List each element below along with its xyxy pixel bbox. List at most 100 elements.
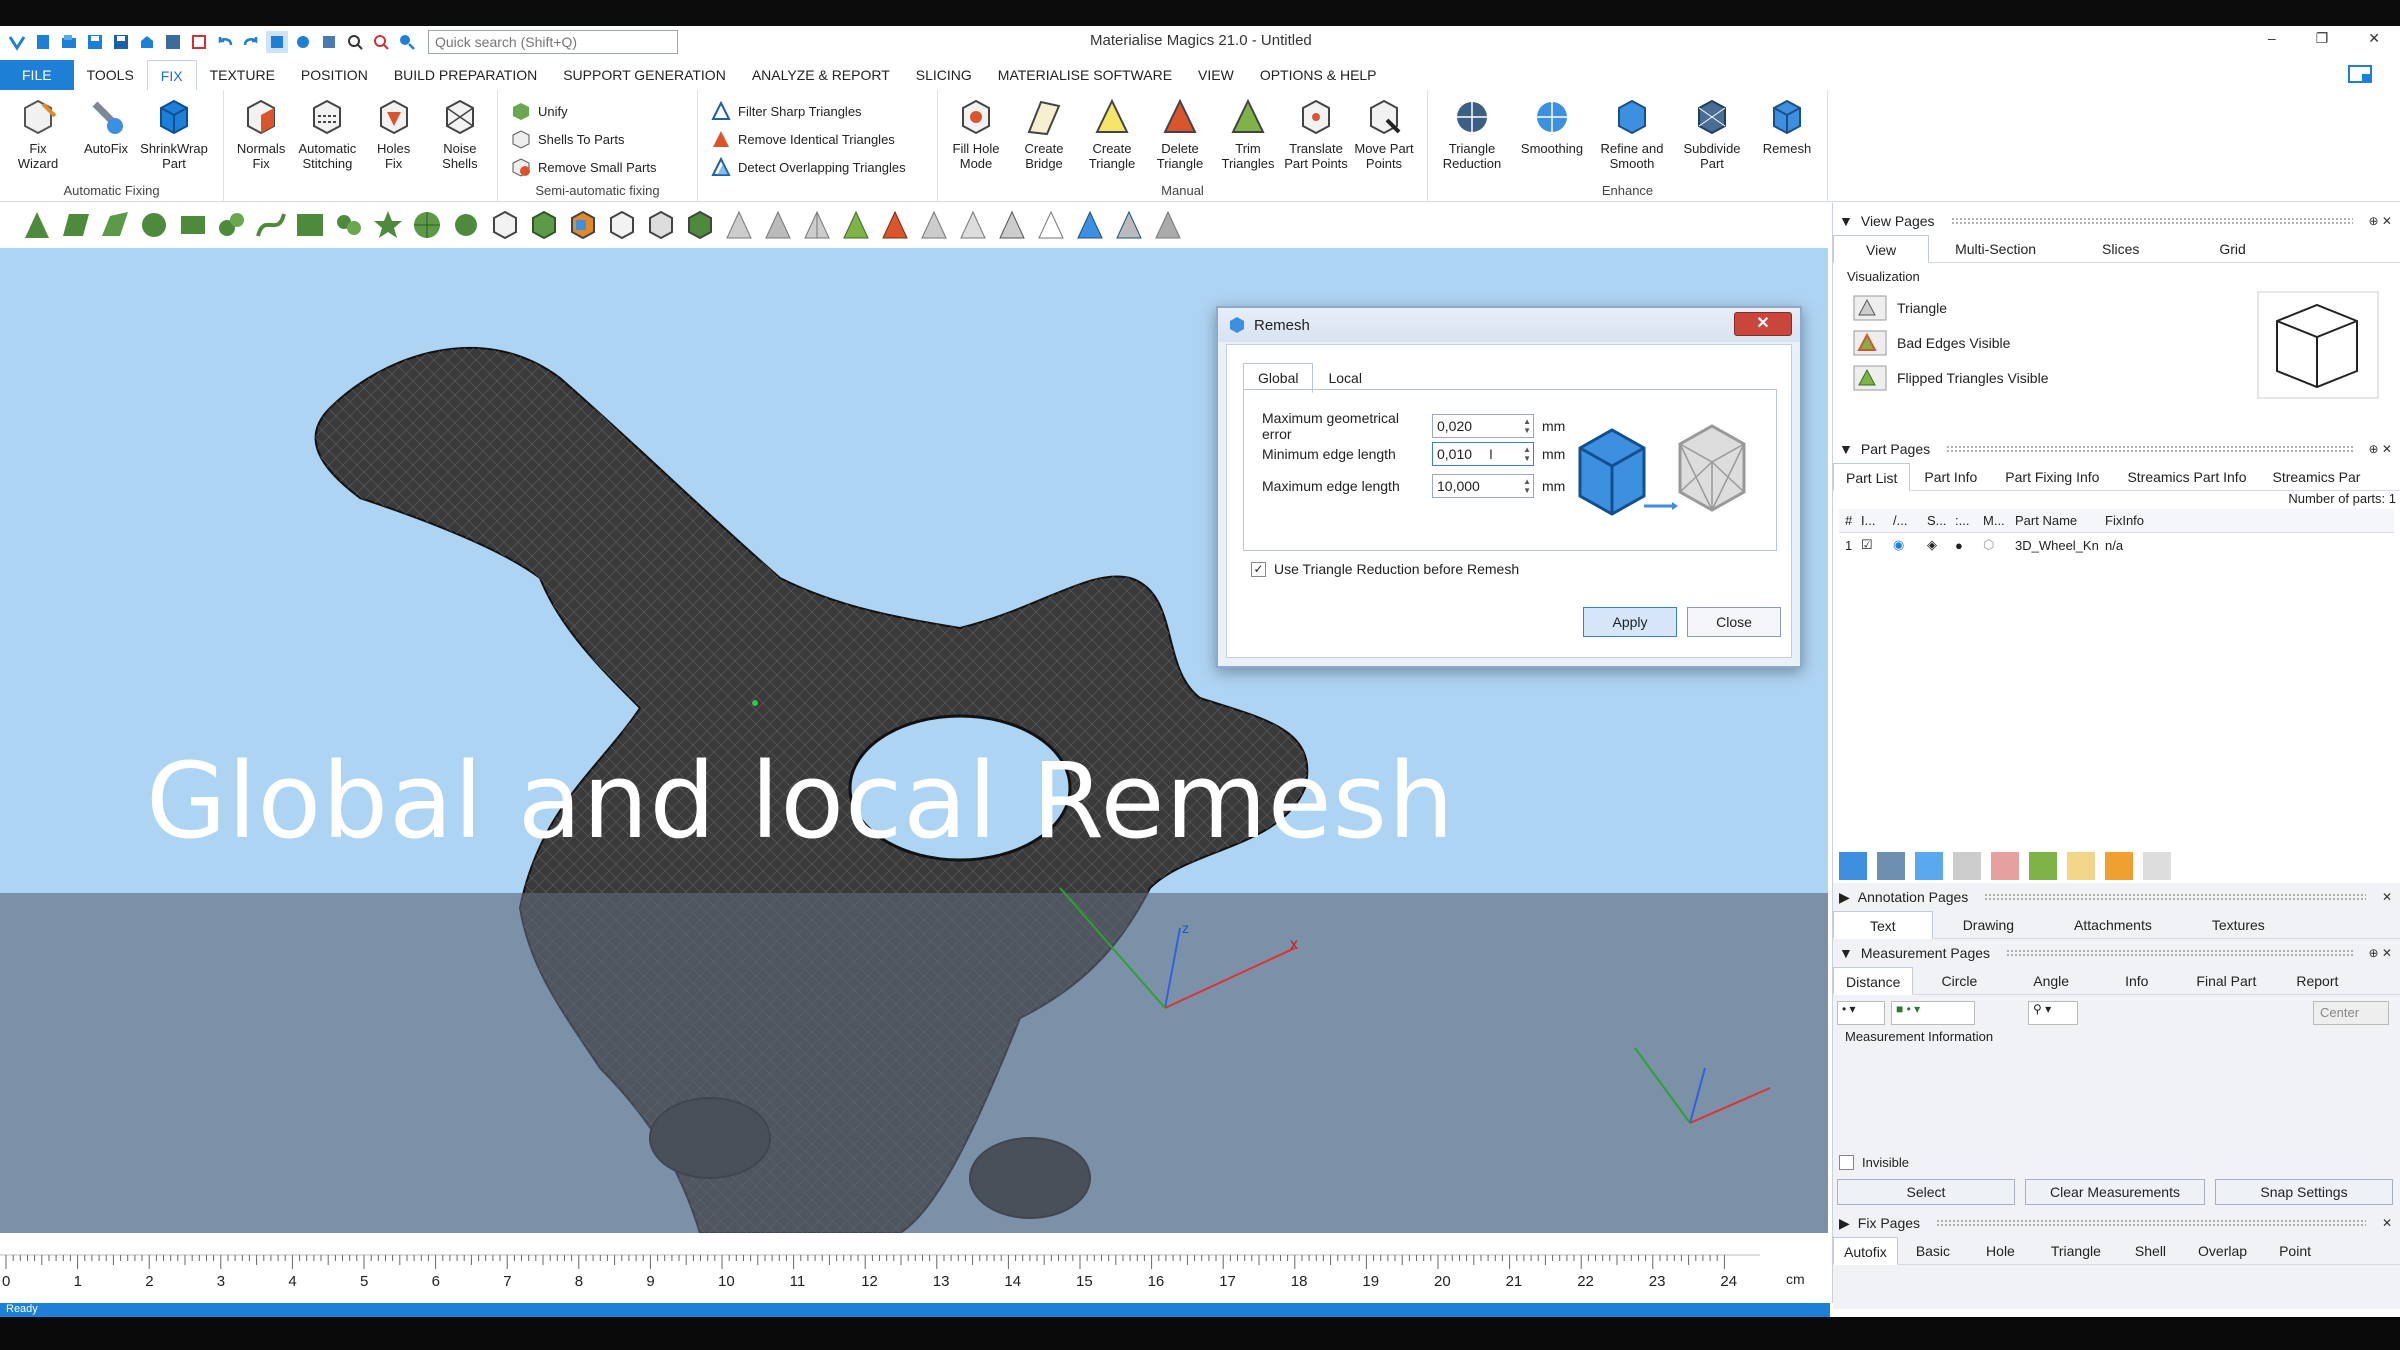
triangle-red-icon[interactable] xyxy=(878,208,912,242)
subdivide-part-button[interactable]: Subdivide Part xyxy=(1672,96,1752,171)
tab-text[interactable]: Text xyxy=(1833,910,1933,939)
tab-multi-section[interactable]: Multi-Section xyxy=(1929,235,2062,263)
tab-texture[interactable]: TEXTURE xyxy=(197,60,288,90)
clear-measurements-button[interactable]: Clear Measurements xyxy=(2025,1179,2205,1205)
part-select-icon[interactable] xyxy=(1877,852,1905,880)
visible-checkbox-icon[interactable]: ☑ xyxy=(1861,537,1893,553)
redo-icon[interactable] xyxy=(240,31,262,53)
snap-selector[interactable]: ⚲ ▾ xyxy=(2028,1001,2078,1025)
unmark-part-icon[interactable] xyxy=(605,208,639,242)
triangle-split-icon[interactable] xyxy=(800,208,834,242)
bad-edges-item[interactable]: Bad Edges Visible xyxy=(1853,330,2010,356)
part-pages-header[interactable]: ▼ Part Pages ⊕ ✕ xyxy=(1833,435,2400,463)
mark-part-icon[interactable] xyxy=(488,208,522,242)
triangle-outline-icon[interactable] xyxy=(722,208,756,242)
triangle-edge-icon[interactable] xyxy=(995,208,1029,242)
expand-icon[interactable]: ▶ xyxy=(1839,1215,1850,1232)
fix-pages-header[interactable]: ▶ Fix Pages ✕ xyxy=(1833,1209,2400,1237)
tab-autofix[interactable]: Autofix xyxy=(1833,1236,1898,1265)
restore-button[interactable]: ❐ xyxy=(2316,30,2329,47)
col-colon[interactable]: :... xyxy=(1955,513,1983,528)
part-tool-icon[interactable] xyxy=(1839,852,1867,880)
refine-and-smooth-button[interactable]: Refine and Smooth xyxy=(1592,96,1672,171)
tab-part-info[interactable]: Part Info xyxy=(1910,463,1991,491)
part-extra-icon[interactable] xyxy=(2143,852,2171,880)
tab-part-fixing-info[interactable]: Part Fixing Info xyxy=(1991,463,2113,491)
expand-marking-icon[interactable] xyxy=(683,208,717,242)
dialog-close-button[interactable]: ✕ xyxy=(1734,312,1792,336)
tab-view[interactable]: View xyxy=(1833,234,1930,263)
pin-icon[interactable]: ⊕ ✕ xyxy=(2369,442,2392,456)
tab-file[interactable]: FILE xyxy=(0,60,74,90)
shading-icon[interactable]: ◈ xyxy=(1927,537,1955,553)
remesh-button[interactable]: Remesh xyxy=(1752,96,1822,156)
tab-angle[interactable]: Angle xyxy=(2005,967,2097,995)
tab-textures[interactable]: Textures xyxy=(2182,911,2295,939)
close-icon[interactable]: ✕ xyxy=(2382,1216,2392,1230)
pan-view-icon[interactable] xyxy=(318,31,340,53)
triangle-reduction-checkbox[interactable]: ✓ Use Triangle Reduction before Remesh xyxy=(1251,561,1519,577)
mark-surface-icon[interactable] xyxy=(98,208,132,242)
tab-attachments[interactable]: Attachments xyxy=(2044,911,2182,939)
smoothing-button[interactable]: Smoothing xyxy=(1512,96,1592,156)
checkbox-icon[interactable]: ✓ xyxy=(1251,561,1266,577)
triangle-half-icon[interactable] xyxy=(956,208,990,242)
mark-plane-icon[interactable] xyxy=(59,208,93,242)
import-part-icon[interactable] xyxy=(136,31,158,53)
noise-shells-button[interactable]: Noise Shells xyxy=(427,96,493,171)
tab-slicing[interactable]: SLICING xyxy=(903,60,985,90)
minimize-button[interactable]: – xyxy=(2268,30,2276,47)
new-file-icon[interactable] xyxy=(32,31,54,53)
remove-identical-triangles-button[interactable]: Remove Identical Triangles xyxy=(710,128,906,150)
min-edge-length-input[interactable]: 0,010 I ▲ ▼ xyxy=(1432,442,1534,466)
rotate-view-icon[interactable] xyxy=(292,31,314,53)
detect-overlapping-triangles-button[interactable]: Detect Overlapping Triangles xyxy=(710,156,906,178)
checkbox-icon[interactable] xyxy=(1839,1154,1854,1170)
max-edge-length-input[interactable]: 10,000 ▲ ▼ xyxy=(1432,474,1534,498)
tab-circle[interactable]: Circle xyxy=(1913,967,2005,995)
quick-search-input[interactable]: Quick search (Shift+Q) xyxy=(428,30,678,54)
measurement-pages-header[interactable]: ▼ Measurement Pages ⊕ ✕ xyxy=(1833,939,2400,967)
max-geometrical-error-input[interactable]: 0,020 ▲ ▼ xyxy=(1432,414,1534,438)
triangle-grey-icon[interactable] xyxy=(761,208,795,242)
undo-icon[interactable] xyxy=(214,31,236,53)
translate-part-points-button[interactable]: Translate Part Points xyxy=(1282,96,1350,171)
triangle-grey2-icon[interactable] xyxy=(1151,208,1185,242)
tab-point[interactable]: Point xyxy=(2263,1237,2327,1265)
expand-icon[interactable]: ▶ xyxy=(1839,889,1850,906)
mark-connected-icon[interactable] xyxy=(215,208,249,242)
tab-view[interactable]: VIEW xyxy=(1185,60,1247,90)
tab-distance[interactable]: Distance xyxy=(1833,966,1914,995)
center-dropdown[interactable]: Center xyxy=(2313,1001,2389,1025)
tab-overlap[interactable]: Overlap xyxy=(2182,1237,2263,1265)
panel-toggle-icon[interactable] xyxy=(2348,64,2372,89)
mark-all-icon[interactable] xyxy=(527,208,561,242)
normals-fix-button[interactable]: Normals Fix xyxy=(228,96,294,171)
shells-to-parts-button[interactable]: Shells To Parts xyxy=(510,128,656,150)
point-selector[interactable]: • ▾ xyxy=(1837,1001,1885,1025)
tab-streamics-par[interactable]: Streamics Par xyxy=(2260,463,2372,491)
triangle-reduction-button[interactable]: Triangle Reduction xyxy=(1432,96,1512,171)
part-merge-icon[interactable] xyxy=(1953,852,1981,880)
autofix-button[interactable]: AutoFix xyxy=(72,96,140,156)
tab-tools[interactable]: TOOLS xyxy=(74,60,147,90)
apply-button[interactable]: Apply xyxy=(1583,607,1677,637)
eye-icon[interactable]: ◉ xyxy=(1893,537,1927,553)
part-label-icon[interactable] xyxy=(2105,852,2133,880)
mark-box-icon[interactable] xyxy=(176,208,210,242)
tab-slices[interactable]: Slices xyxy=(2062,235,2179,263)
part-color-icon[interactable] xyxy=(2029,852,2057,880)
tab-final-part[interactable]: Final Part xyxy=(2176,967,2276,995)
col-m[interactable]: M... xyxy=(1983,513,2015,528)
tab-grid[interactable]: Grid xyxy=(2179,235,2285,263)
triangle-white-icon[interactable] xyxy=(1034,208,1068,242)
table-row[interactable]: 1 ☑ ◉ ◈ ● ⬡ 3D_Wheel_Kn n/a xyxy=(1839,533,2394,557)
color-selector[interactable]: ■ • ▾ xyxy=(1891,1001,1975,1025)
zoom-fit-icon[interactable] xyxy=(370,31,392,53)
save-icon[interactable] xyxy=(84,31,106,53)
snap-settings-button[interactable]: Snap Settings xyxy=(2215,1179,2393,1205)
open-file-icon[interactable] xyxy=(58,31,80,53)
mark-brush-icon[interactable] xyxy=(449,208,483,242)
tab-report[interactable]: Report xyxy=(2276,967,2358,995)
fill-hole-mode-button[interactable]: Fill Hole Mode xyxy=(942,96,1010,171)
